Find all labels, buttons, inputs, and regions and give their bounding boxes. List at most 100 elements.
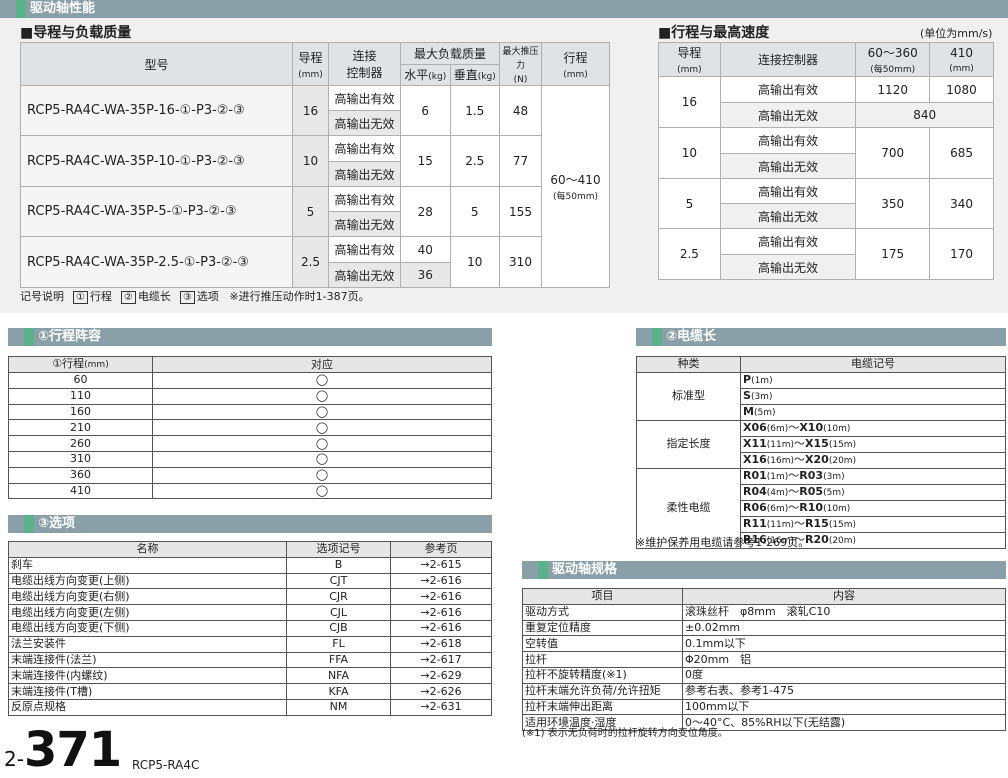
table-row: 反原点规格 NM →2-631 xyxy=(8,698,492,716)
table-row: 410 ◯ xyxy=(8,482,492,500)
table-row: 重复定位精度 ±0.02mm xyxy=(522,619,1006,637)
table-row: 360 ◯ xyxy=(8,466,492,484)
page-model: RCP5-RA4C xyxy=(132,758,200,772)
col-page: 参考页 xyxy=(390,541,492,558)
speed-cell: 840 xyxy=(855,102,994,128)
table-row: 拉杆末端允许负荷/允许扭矩 参考右表、参考1-475 xyxy=(522,682,1006,700)
col-name: 名称 xyxy=(8,541,287,558)
col-support: 对应 xyxy=(152,356,492,373)
cable-code: P(1m) xyxy=(740,371,1006,389)
legend-box-1: ① xyxy=(73,291,88,304)
cable-note: ※维护保养用电缆请参考1-269页。 xyxy=(636,536,810,549)
lead-cell: 5 xyxy=(292,186,329,237)
section-accent xyxy=(538,561,548,579)
controller-cell: 高输出有效 xyxy=(719,178,857,204)
table-row: 电缆出线方向变更(右侧) CJR →2-616 xyxy=(8,588,492,606)
table-row: 末端连接件(内螺纹) NFA →2-629 xyxy=(8,667,492,685)
spec-table: 项目 内容 驱动方式 滚珠丝杆 φ8mm 滚轧C10 重复定位精度 ±0.02mm 空… xyxy=(522,588,1006,732)
table-row: 电缆出线方向变更(左侧) CJL →2-616 xyxy=(8,604,492,621)
section-header-performance: 驱动轴性能 xyxy=(0,0,1008,18)
horizontal-cell: 6 xyxy=(400,85,451,136)
cable-code: X16(16m)～X20(20m) xyxy=(740,451,1006,469)
page-number: 2-371 xyxy=(4,722,122,778)
cable-table: 种类 电缆记号 标准型 P(1m) S(3m) M(5m) 指定长度 X06(6m… xyxy=(636,356,1006,549)
vertical-cell: 5 xyxy=(449,186,500,237)
controller-cell: 高输出无效 xyxy=(328,110,401,136)
horizontal-cell: 40 xyxy=(400,236,451,263)
cable-code: R04(4m)～R05(5m) xyxy=(740,483,1006,501)
section-accent xyxy=(24,328,34,346)
section-accent xyxy=(24,515,34,533)
table-row: 空转值 0.1mm以下 xyxy=(522,635,1006,653)
controller-cell: 高输出无效 xyxy=(719,153,857,179)
lead-cell: 10 xyxy=(658,127,721,179)
table-row: 310 ◯ xyxy=(8,450,492,468)
col-item: 项目 xyxy=(522,588,683,605)
cable-code: S(3m) xyxy=(740,387,1006,405)
table-row: 60 ◯ xyxy=(8,372,492,389)
push-cell: 48 xyxy=(499,85,542,136)
controller-cell: 高输出无效 xyxy=(719,254,857,280)
table-row: 160 ◯ xyxy=(8,403,492,421)
cable-code: M(5m) xyxy=(740,403,1006,421)
lead-load-table: 型号 导程 (mm) 连接 控制器 最大负载质量 最大推压力 (N) 行程 (mm) 水… xyxy=(20,42,610,288)
speed-unit: (单位为mm/s) xyxy=(920,27,993,40)
controller-cell: 高输出有效 xyxy=(719,76,857,103)
col-controller: 连接控制器 xyxy=(719,42,857,77)
table-row: 末端连接件(T槽) KFA →2-626 xyxy=(8,683,492,700)
section-header-cable: ②电缆长 xyxy=(636,328,1006,346)
col-cable-code: 电缆记号 xyxy=(740,356,1006,373)
table-row: 110 ◯ xyxy=(8,387,492,405)
col-type: 种类 xyxy=(636,356,741,373)
controller-cell: 高输出无效 xyxy=(719,102,857,128)
col-stroke: 行程 (mm) xyxy=(541,42,610,86)
push-cell: 310 xyxy=(499,236,542,288)
controller-cell: 高输出有效 xyxy=(328,85,401,111)
col-content: 内容 xyxy=(682,588,1006,605)
section-accent xyxy=(16,0,26,18)
cable-type: 指定长度 xyxy=(636,419,741,469)
cable-code: X11(11m)～X15(15m) xyxy=(740,435,1006,453)
table-row: 刹车 B →2-615 xyxy=(8,556,492,574)
table-row: 驱动方式 滚珠丝杆 φ8mm 滚轧C10 xyxy=(522,603,1006,621)
legend-box-2: ② xyxy=(120,291,136,304)
controller-cell: 高输出有效 xyxy=(328,236,401,263)
table-row: 260 ◯ xyxy=(8,435,492,452)
table-row: 末端连接件(法兰) FFA →2-617 xyxy=(8,651,492,669)
speed-cell: 1080 xyxy=(929,76,994,103)
controller-cell: 高输出有效 xyxy=(328,135,401,162)
col-maxload: 最大负载质量 xyxy=(400,42,500,65)
model-cell: RCP5-RA4C-WA-35P-10-①-P3-②-③ xyxy=(20,135,293,187)
lead-cell: 5 xyxy=(658,178,721,229)
cable-type: 标准型 xyxy=(636,371,741,421)
section-header-stroke: ①行程阵容 xyxy=(8,328,492,346)
lead-cell: 2.5 xyxy=(658,228,721,280)
controller-cell: 高输出无效 xyxy=(328,262,401,288)
legend-box-3: ③ xyxy=(179,291,195,304)
speed-cell: 350 xyxy=(855,178,931,229)
cable-code: R06(6m)～R10(10m) xyxy=(740,499,1006,517)
speed-table: 导程 (mm) 连接控制器 60～360 (每50mm) 410 (mm) 16 高输… xyxy=(658,42,994,280)
model-cell: RCP5-RA4C-WA-35P-16-①-P3-②-③ xyxy=(20,85,293,136)
table2-title: ■行程与最高速度 xyxy=(658,25,770,41)
speed-cell: 685 xyxy=(929,127,994,179)
col-horizontal: 水平(kg) xyxy=(400,63,451,86)
lead-cell: 16 xyxy=(658,76,721,128)
col-model: 型号 xyxy=(20,42,293,86)
col-vertical: 垂直(kg) xyxy=(449,63,500,86)
table-row: 电缆出线方向变更(上侧) CJT →2-616 xyxy=(8,572,492,590)
col-lead: 导程 (mm) xyxy=(292,42,329,86)
lead-cell: 16 xyxy=(292,85,329,136)
stroke-table: ①行程(mm) 对应 60 ◯ 110 ◯ 160 ◯ 210 ◯ 260 ◯ 310 ◯ 3… xyxy=(8,356,492,500)
cable-code: X06(6m)～X10(10m) xyxy=(740,419,1006,437)
stroke-cell: 60～410 (每50mm) xyxy=(541,85,610,288)
speed-cell: 170 xyxy=(929,228,994,280)
section-header-options: ③选项 xyxy=(8,515,492,533)
controller-cell: 高输出有效 xyxy=(328,186,401,212)
section-accent xyxy=(652,328,662,346)
table-row: 拉杆 Φ20mm 铝 xyxy=(522,651,1006,668)
model-cell: RCP5-RA4C-WA-35P-2.5-①-P3-②-③ xyxy=(20,236,293,288)
table-row: 拉杆不旋转精度(※1) 0度 xyxy=(522,666,1006,684)
cable-code: R01(1m)～R03(3m) xyxy=(740,467,1006,485)
cable-code: R11(11m)～R15(15m) xyxy=(740,515,1006,533)
